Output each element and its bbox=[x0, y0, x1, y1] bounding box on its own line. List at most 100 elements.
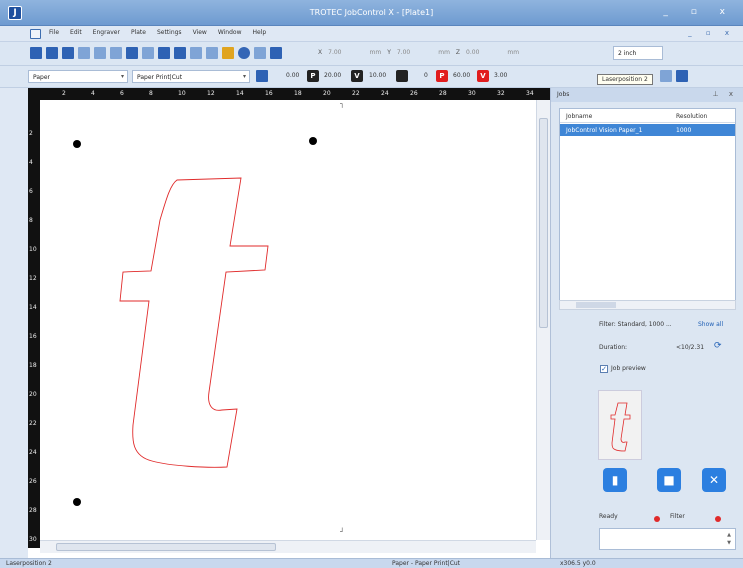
coordinate-fields: X 7.00 mm Y 7.00 mm Z 0.00 mm bbox=[318, 49, 519, 56]
param-v1[interactable]: 0.00 bbox=[286, 72, 299, 79]
status-field[interactable]: ▲ ▼ bbox=[599, 528, 736, 550]
material-db-icon[interactable] bbox=[256, 70, 268, 82]
status-coords: x306.5 y0.0 bbox=[560, 560, 596, 567]
material-group-value: Paper bbox=[33, 74, 50, 81]
ready-label: Ready bbox=[599, 513, 618, 520]
save-params-icon[interactable] bbox=[676, 70, 688, 82]
job-preview-checkbox[interactable]: ✓ bbox=[600, 365, 608, 373]
letter-t-outline[interactable] bbox=[40, 100, 536, 540]
x-label: X bbox=[318, 49, 323, 56]
y-label: Y bbox=[387, 49, 391, 56]
ruler-tick-label: 10 bbox=[178, 90, 186, 97]
z-label: Z bbox=[455, 49, 461, 56]
show-all-link[interactable]: Show all bbox=[698, 321, 723, 328]
scroll-thumb[interactable] bbox=[539, 118, 548, 328]
settings-icon[interactable] bbox=[238, 47, 250, 59]
laser-icon[interactable] bbox=[660, 70, 672, 82]
print-icon[interactable] bbox=[62, 47, 74, 59]
menu-item-edit[interactable]: Edit bbox=[69, 29, 83, 36]
mdi-controls[interactable]: _ ▫ x bbox=[688, 29, 735, 37]
fan-icon[interactable]: ✕ bbox=[702, 468, 726, 492]
menu-item-engraver[interactable]: Engraver bbox=[92, 29, 121, 36]
ruler-tick-label: 18 bbox=[294, 90, 302, 97]
ruler-tick-label: 24 bbox=[29, 449, 37, 456]
corner-mark: ┐ bbox=[340, 100, 345, 108]
job-start-icon[interactable]: ▮ bbox=[603, 468, 627, 492]
job-icon[interactable] bbox=[222, 47, 234, 59]
ruler-tick-label: 6 bbox=[29, 188, 33, 195]
ruler-tick-label: 8 bbox=[149, 90, 153, 97]
new-icon[interactable] bbox=[30, 47, 42, 59]
material-combo[interactable]: Paper Print|Cut ▾ bbox=[132, 70, 250, 83]
document-icon[interactable] bbox=[30, 29, 41, 39]
job-row[interactable]: JobControl Vision Paper_1 1000 bbox=[560, 124, 735, 136]
col-jobname[interactable]: Jobname bbox=[566, 113, 676, 120]
left-strip bbox=[0, 88, 28, 558]
copy-icon[interactable] bbox=[78, 47, 90, 59]
ruler-top: 2 4 6 8 10 12 14 16 18 20 22 24 26 28 30 32 34 bbox=[40, 88, 550, 100]
ruler-tick-label: 30 bbox=[29, 536, 37, 543]
status-bar: Laserposition 2 Paper - Paper Print|Cut … bbox=[0, 558, 743, 568]
x-unit: mm bbox=[369, 49, 382, 56]
ruler-corner bbox=[28, 88, 40, 100]
menu-item-file[interactable]: File bbox=[48, 29, 60, 36]
thumbnail-t-icon bbox=[610, 402, 631, 452]
menu-item-help[interactable]: Help bbox=[251, 29, 267, 36]
material-group-combo[interactable]: Paper ▾ bbox=[28, 70, 128, 83]
plate-canvas[interactable]: ┐ ┘ bbox=[40, 100, 536, 540]
spinner-arrows-icon[interactable]: ▲ ▼ bbox=[725, 531, 733, 547]
stop-icon[interactable]: ■ bbox=[657, 468, 681, 492]
horizontal-scrollbar[interactable] bbox=[40, 540, 536, 553]
ruler-tick-label: 22 bbox=[29, 420, 37, 427]
ppi-badge bbox=[396, 70, 408, 82]
status-left: Laserposition 2 bbox=[6, 560, 52, 567]
ruler-tick-label: 12 bbox=[29, 275, 37, 282]
menu-item-window[interactable]: Window bbox=[217, 29, 243, 36]
grid-icon[interactable] bbox=[142, 47, 154, 59]
edit-icon[interactable] bbox=[174, 47, 186, 59]
cut-icon[interactable] bbox=[94, 47, 106, 59]
menu-bar: File Edit Engraver Plate Settings View Window H… bbox=[0, 26, 743, 42]
x-field[interactable]: 7.00 bbox=[328, 49, 341, 56]
power-value[interactable]: 20.00 bbox=[324, 72, 341, 79]
dropdown-icon[interactable] bbox=[254, 47, 266, 59]
jobs-list[interactable]: Jobname Resolution JobControl Vision Pap… bbox=[559, 108, 736, 308]
y-field[interactable]: 7.00 bbox=[397, 49, 410, 56]
col-resolution[interactable]: Resolution bbox=[676, 113, 707, 120]
ppi-value[interactable]: 0 bbox=[424, 72, 428, 79]
menu-item-view[interactable]: View bbox=[192, 29, 208, 36]
panel-pin-icon[interactable]: ⊥ x bbox=[713, 90, 737, 98]
move-icon[interactable] bbox=[270, 47, 282, 59]
align-icon[interactable] bbox=[126, 47, 138, 59]
velocity-value[interactable]: 10.00 bbox=[369, 72, 386, 79]
size-field[interactable]: 2 inch bbox=[613, 46, 663, 60]
cut-velocity-value[interactable]: 3.00 bbox=[494, 72, 507, 79]
ruler-tick-label: 4 bbox=[29, 159, 33, 166]
job-preview-label: Job preview bbox=[611, 365, 646, 372]
refresh-icon[interactable]: ⟳ bbox=[714, 341, 722, 351]
ruler-tick-label: 4 bbox=[91, 90, 95, 97]
material-value: Paper Print|Cut bbox=[137, 74, 183, 81]
z-field[interactable]: 0.00 bbox=[466, 49, 479, 56]
paste-icon[interactable] bbox=[110, 47, 122, 59]
ruler-tick-label: 28 bbox=[29, 507, 37, 514]
ruler-tick-label: 2 bbox=[29, 130, 33, 137]
scroll-thumb[interactable] bbox=[576, 302, 616, 308]
filter-label: Filter bbox=[670, 513, 685, 520]
cut-power-value[interactable]: 60.00 bbox=[453, 72, 470, 79]
jobs-panel: Jobs ⊥ x Jobname Resolution JobControl V… bbox=[550, 88, 743, 558]
jobs-scrollbar[interactable] bbox=[559, 300, 736, 310]
window-controls[interactable]: _ ▫ x bbox=[663, 7, 735, 17]
menu-item-settings[interactable]: Settings bbox=[156, 29, 183, 36]
save-icon[interactable] bbox=[46, 47, 58, 59]
ruler-tick-label: 6 bbox=[120, 90, 124, 97]
velocity-badge: V bbox=[351, 70, 363, 82]
ruler-tick-label: 20 bbox=[323, 90, 331, 97]
export-icon[interactable] bbox=[158, 47, 170, 59]
scroll-thumb[interactable] bbox=[56, 543, 276, 551]
menu-item-plate[interactable]: Plate bbox=[130, 29, 147, 36]
vertical-scrollbar[interactable] bbox=[536, 100, 550, 540]
measure-icon[interactable] bbox=[190, 47, 202, 59]
ruler-tick-label: 12 bbox=[207, 90, 215, 97]
shape-icon[interactable] bbox=[206, 47, 218, 59]
